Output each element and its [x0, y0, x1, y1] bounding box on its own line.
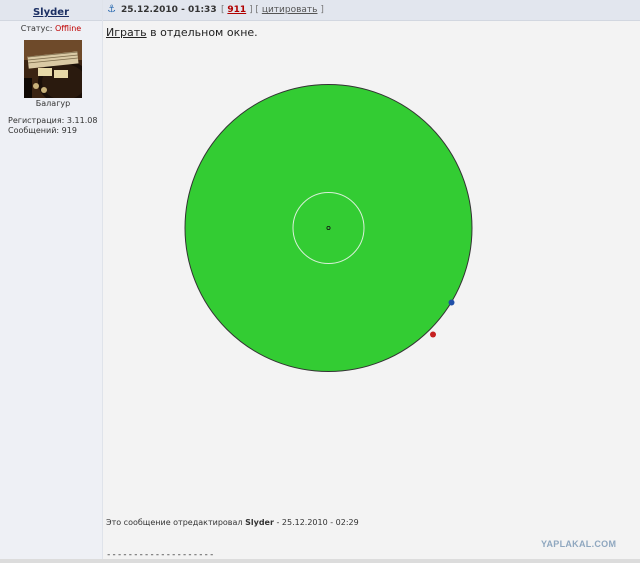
username-bar: Slyder — [0, 0, 102, 21]
bracket-mid: ] [ — [249, 5, 259, 15]
edited-prefix: Это сообщение отредактировал — [106, 518, 246, 527]
anchor-icon[interactable]: ⚓ — [107, 4, 116, 16]
post-body: Играть в отдельном окне. Это сообщение о… — [103, 21, 640, 563]
message-count: Сообщений: 919 — [8, 126, 77, 135]
user-rank: Балагур — [35, 99, 71, 108]
status-value: Offline — [54, 24, 82, 33]
red-dot[interactable] — [430, 331, 436, 338]
user-stats: Регистрация: 3.11.08 Сообщений: 919 — [8, 116, 97, 136]
bracket-close: ] — [320, 5, 324, 15]
bottom-strip — [0, 559, 640, 563]
post-date: 25.12.2010 - 01:33 — [121, 5, 217, 15]
blue-dot[interactable] — [448, 299, 455, 306]
bracket-open: [ — [221, 5, 225, 15]
game-area[interactable] — [103, 21, 640, 563]
site-watermark: YAPLAKAL.COM — [541, 539, 617, 549]
status-label: Статус: — [20, 24, 53, 33]
post-number-link[interactable]: 911 — [227, 5, 246, 15]
edited-user: Slyder — [245, 518, 274, 527]
edited-note: Это сообщение отредактировал Slyder - 25… — [106, 518, 359, 527]
page: Slyder Статус: Offline Балагур Регистрац… — [0, 0, 640, 563]
registration-date: Регистрация: 3.11.08 — [8, 116, 98, 125]
green-disc[interactable] — [184, 84, 473, 372]
username-link[interactable]: Slyder — [33, 7, 69, 18]
guitar-avatar-icon — [24, 40, 82, 98]
post-header: ⚓ 25.12.2010 - 01:33 [ 911 ] [ цитироват… — [103, 0, 640, 21]
user-status: Статус: Offline — [0, 24, 102, 33]
quote-link[interactable]: цитировать — [262, 5, 318, 15]
edited-suffix: - 25.12.2010 - 02:29 — [273, 518, 359, 527]
avatar[interactable] — [24, 40, 82, 98]
user-panel: Slyder Статус: Offline Балагур Регистрац… — [0, 0, 103, 563]
post-links: [ 911 ] [ цитировать ] — [221, 5, 324, 15]
